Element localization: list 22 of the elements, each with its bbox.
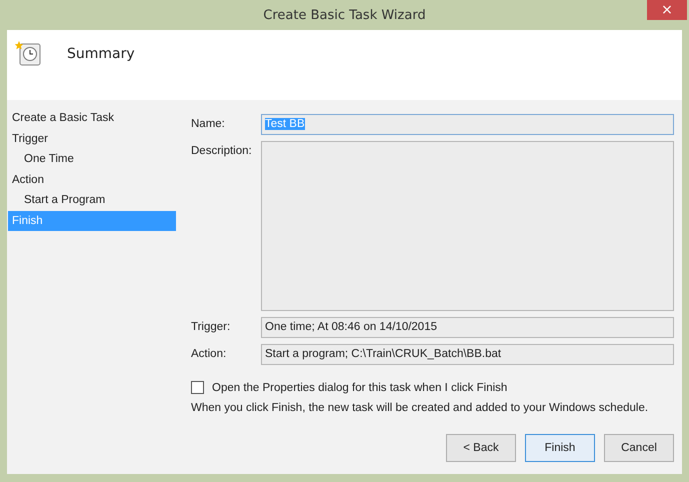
- field-label: Action:: [191, 347, 228, 362]
- field-label: Description:: [191, 144, 253, 159]
- page-title: Summary: [67, 46, 135, 62]
- window-title: Create Basic Task Wizard: [263, 8, 426, 22]
- wizard-button[interactable]: Finish: [525, 434, 595, 462]
- trigger-field: One time; At 08:46 on 14/10/2015: [261, 317, 674, 338]
- wizard-step[interactable]: One Time: [8, 149, 176, 170]
- wizard-button[interactable]: < Back: [446, 434, 516, 462]
- wizard-step[interactable]: Action: [8, 170, 176, 190]
- wizard-step[interactable]: Start a Program: [8, 190, 176, 210]
- field-label: Trigger:: [191, 320, 232, 335]
- info-text: When you click Finish, the new task will be created and added to your Windows schedule.: [191, 402, 650, 414]
- checkbox[interactable]: [191, 381, 204, 394]
- action-field: Start a program; C:\Train\CRUK_Batch\BB.bat: [261, 344, 674, 365]
- wizard-button[interactable]: Cancel: [604, 434, 674, 462]
- checkbox-label[interactable]: Open the Properties dialog for this task when I click Finish: [212, 382, 508, 394]
- field-label: Name:: [191, 117, 226, 132]
- clock-icon: [15, 40, 43, 68]
- wizard-step[interactable]: Create a Basic Task: [8, 108, 176, 128]
- close-button[interactable]: ×: [647, 0, 687, 20]
- description-field[interactable]: [261, 141, 674, 311]
- wizard-step[interactable]: Trigger: [8, 128, 176, 149]
